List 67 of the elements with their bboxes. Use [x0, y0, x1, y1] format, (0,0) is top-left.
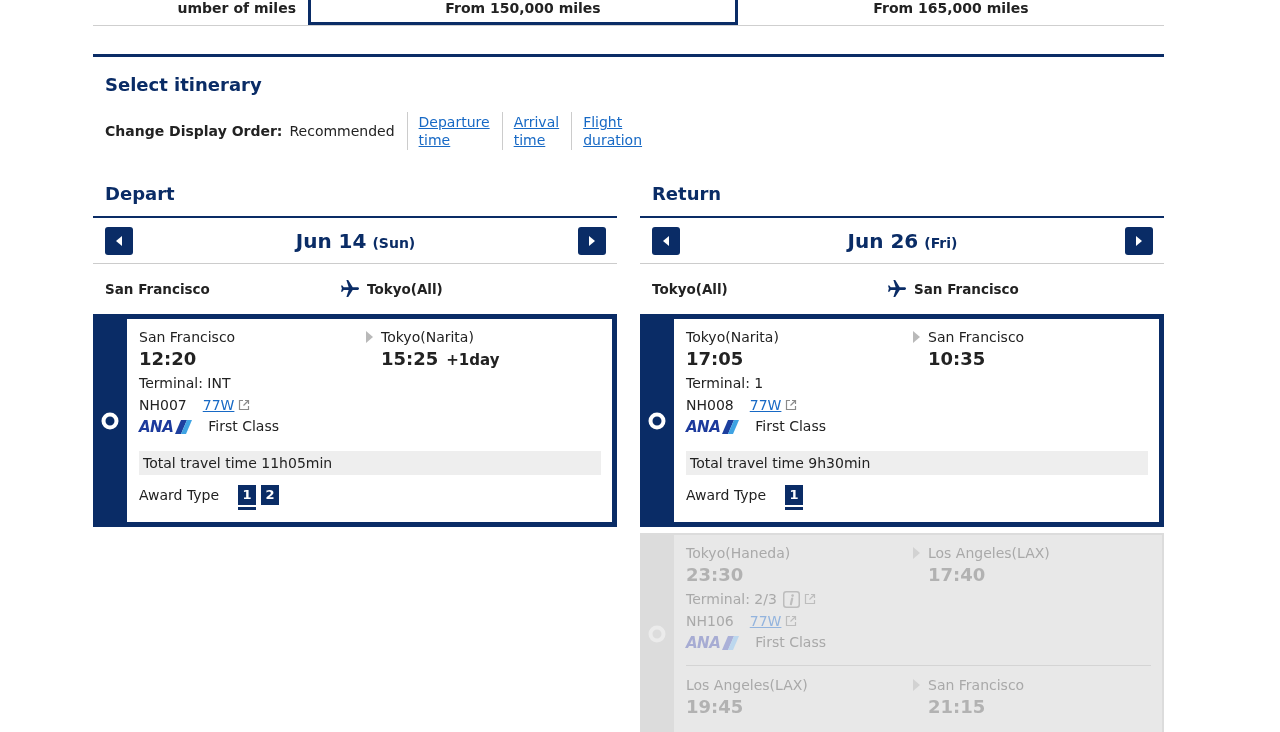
date-text: Jun 26: [847, 228, 919, 253]
departure-city: Tokyo(Narita): [686, 328, 779, 346]
cabin-class: First Class: [755, 633, 827, 652]
award-type-label: Award Type: [686, 486, 768, 505]
departure-city: San Francisco: [139, 328, 236, 346]
previous-date-button[interactable]: [652, 226, 680, 255]
origin-city: Tokyo(All): [652, 281, 728, 297]
section-title: Select itinerary: [105, 73, 262, 97]
departure-time: 17:05: [686, 347, 744, 371]
airplane-icon: [341, 280, 359, 298]
travel-time: Total travel time 11h05min: [139, 451, 601, 475]
terminal-text: Terminal: 2/3: [686, 590, 777, 609]
award-type-option[interactable]: 1: [785, 485, 803, 510]
fare-option[interactable]: From 150,000 miles: [308, 0, 738, 25]
award-type-option[interactable]: 2: [261, 485, 279, 505]
terminal-text: Terminal: 1: [686, 374, 764, 393]
terminal-text: Terminal: INT: [139, 374, 231, 393]
departure-city: Tokyo(Haneda): [686, 544, 791, 562]
sort-link[interactable]: Arrival time: [501, 112, 572, 150]
airline-logo: ANA: [686, 634, 741, 651]
leg-title: Return: [652, 182, 722, 206]
external-link-icon[interactable]: [238, 399, 251, 411]
cabin-class: First Class: [755, 417, 827, 436]
caret-right-icon: [589, 235, 595, 246]
caret-left-icon: [663, 235, 669, 246]
origin-city: San Francisco: [105, 281, 210, 297]
caret-right-icon: [1136, 235, 1142, 246]
destination-city: San Francisco: [914, 281, 1019, 297]
destination-city: Tokyo(All): [367, 281, 443, 297]
departure-time: 12:20: [139, 347, 197, 371]
award-type-label: Award Type: [139, 486, 221, 505]
caret-right-icon: [366, 331, 373, 343]
flight-number: NH106: [686, 612, 734, 631]
airplane-icon: [888, 280, 906, 298]
date-text: Jun 14: [295, 228, 367, 253]
departure-city: Los Angeles(LAX): [686, 676, 808, 694]
next-date-button[interactable]: [1125, 226, 1153, 255]
day-offset: +1day: [446, 350, 500, 371]
arrival-city: Tokyo(Narita): [381, 328, 474, 346]
next-date-button[interactable]: [578, 226, 606, 255]
sort-link[interactable]: Flight duration: [571, 112, 655, 150]
aircraft-link[interactable]: 77W: [749, 394, 782, 416]
airline-logo: ANA: [686, 418, 741, 435]
arrival-time: 15:25: [381, 347, 439, 371]
award-type-option[interactable]: 1: [238, 485, 256, 510]
leg-title: Depart: [105, 182, 175, 206]
arrival-city: Los Angeles(LAX): [928, 544, 1050, 562]
row-header: umber of miles: [176, 0, 297, 18]
arrival-city: San Francisco: [928, 328, 1025, 346]
fare-option[interactable]: From 165,000 miles: [738, 0, 1164, 25]
external-link-icon[interactable]: [785, 399, 798, 411]
sort-label: Change Display Order:: [105, 123, 283, 139]
previous-date-button[interactable]: [105, 226, 133, 255]
caret-left-icon: [116, 235, 122, 246]
arrival-city: San Francisco: [928, 676, 1025, 694]
travel-time: Total travel time 9h30min: [686, 451, 1148, 475]
flight-number: NH007: [139, 396, 187, 415]
weekday-text: (Sun): [372, 234, 416, 251]
cabin-class: First Class: [208, 417, 280, 436]
weekday-text: (Fri): [924, 234, 958, 251]
caret-right-icon: [913, 331, 920, 343]
airline-logo: ANA: [139, 418, 194, 435]
flight-number: NH008: [686, 396, 734, 415]
current-sort: Recommended: [289, 123, 396, 139]
sort-link[interactable]: Departure time: [406, 112, 502, 150]
aircraft-link[interactable]: 77W: [202, 394, 235, 416]
arrival-time: 10:35: [928, 347, 986, 371]
